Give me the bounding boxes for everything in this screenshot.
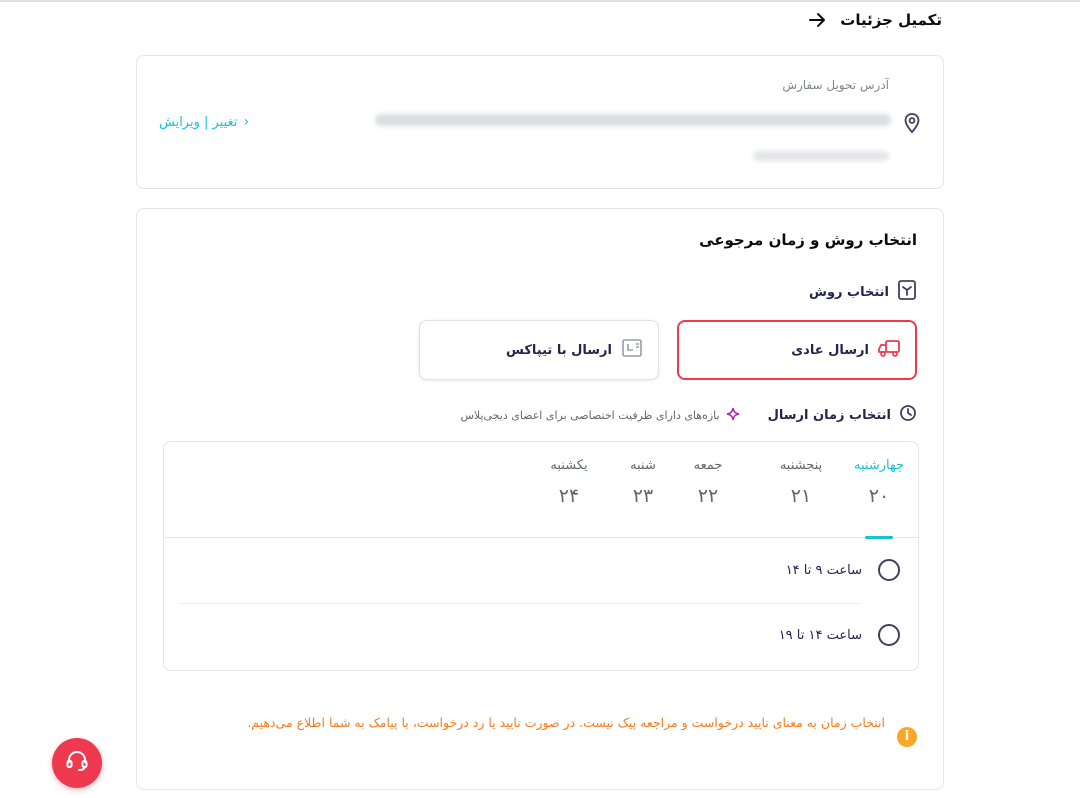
- change-edit-address-link[interactable]: تغییر | ویرایش ‹: [159, 114, 249, 130]
- day-name: جمعه: [693, 458, 723, 473]
- tipax-box-icon: [620, 338, 644, 362]
- notice-message: i انتخاب زمان به معنای تایید درخواست و م…: [161, 707, 917, 747]
- method-heading: انتخاب روش: [809, 279, 917, 305]
- tab-day-friday[interactable]: جمعه ۲۲: [673, 442, 743, 538]
- day-number: ۲۲: [697, 485, 719, 507]
- delivery-schedule: چهارشنبه ۲۰ پنجشنبه ۲۱ جمعه ۲۲ شنبه ۲۳ ی…: [163, 441, 919, 671]
- option-tipax-shipping[interactable]: ارسال با تیپاکس: [419, 320, 659, 380]
- day-name: یکشنبه: [550, 458, 588, 473]
- time-slot-label: ساعت ۱۴ تا ۱۹: [778, 627, 862, 643]
- address-receiver-blurred: [753, 151, 889, 161]
- time-slot-label: ساعت ۹ تا ۱۴: [785, 562, 862, 578]
- time-label: انتخاب زمان ارسال: [767, 407, 891, 423]
- info-icon: i: [897, 727, 917, 747]
- option-tipax-label: ارسال با تیپاکس: [505, 342, 612, 358]
- address-label: آدرس تحویل سفارش: [782, 78, 889, 92]
- headset-icon: [64, 748, 90, 778]
- address-text-blurred: [375, 114, 891, 126]
- day-name: پنجشنبه: [779, 458, 823, 473]
- day-name: شنبه: [630, 458, 656, 473]
- digiplus-note: بازه‌های دارای ظرفیت اختصاصی برای اعضای …: [460, 406, 739, 425]
- top-divider: [0, 0, 1080, 2]
- radio-button[interactable]: [878, 624, 900, 646]
- time-heading: انتخاب زمان ارسال بازه‌های دارای ظرفیت ا…: [460, 404, 917, 426]
- day-number: ۲۰: [868, 485, 890, 507]
- slot-divider: [180, 603, 860, 604]
- shipping-card: انتخاب روش و زمان مرجوعی انتخاب روش ارسا…: [136, 208, 944, 790]
- tab-day-thursday[interactable]: پنجشنبه ۲۱: [766, 442, 836, 538]
- location-pin-icon: [901, 112, 923, 134]
- active-tab-underline: [865, 536, 893, 539]
- digiplus-note-text: بازه‌های دارای ظرفیت اختصاصی برای اعضای …: [460, 408, 720, 422]
- address-card: آدرس تحویل سفارش تغییر | ویرایش ‹: [136, 55, 944, 189]
- time-slot-option[interactable]: ساعت ۹ تا ۱۴: [786, 555, 900, 585]
- truck-icon: [877, 338, 901, 362]
- day-tabs: چهارشنبه ۲۰ پنجشنبه ۲۱ جمعه ۲۲ شنبه ۲۳ ی…: [164, 442, 918, 539]
- method-label: انتخاب روش: [809, 284, 889, 300]
- page-header: تکمیل جزئیات: [806, 8, 942, 32]
- support-button[interactable]: [52, 738, 102, 788]
- shipping-method-icon: [897, 279, 917, 305]
- change-edit-label: تغییر | ویرایش: [159, 114, 238, 130]
- day-name: چهارشنبه: [854, 458, 904, 473]
- page-title: تکمیل جزئیات: [840, 11, 942, 29]
- section-title: انتخاب روش و زمان مرجوعی: [699, 231, 917, 249]
- option-normal-label: ارسال عادی: [791, 342, 869, 358]
- chevron-left-icon: ‹: [243, 114, 250, 130]
- digiplus-sparkle-icon: [726, 406, 740, 425]
- radio-button[interactable]: [878, 559, 900, 581]
- notice-text: انتخاب زمان به معنای تایید درخواست و مرا…: [247, 715, 885, 730]
- tab-day-wednesday[interactable]: چهارشنبه ۲۰: [844, 442, 914, 539]
- back-arrow-icon[interactable]: [806, 9, 828, 31]
- day-number: ۲۳: [632, 485, 654, 507]
- option-normal-shipping[interactable]: ارسال عادی: [677, 320, 917, 380]
- tab-day-saturday[interactable]: شنبه ۲۳: [608, 442, 678, 538]
- clock-icon: [899, 404, 917, 426]
- tab-day-sunday[interactable]: یکشنبه ۲۴: [534, 442, 604, 538]
- day-number: ۲۱: [790, 485, 812, 507]
- time-slot-option[interactable]: ساعت ۱۴ تا ۱۹: [779, 620, 900, 650]
- day-number: ۲۴: [558, 485, 580, 507]
